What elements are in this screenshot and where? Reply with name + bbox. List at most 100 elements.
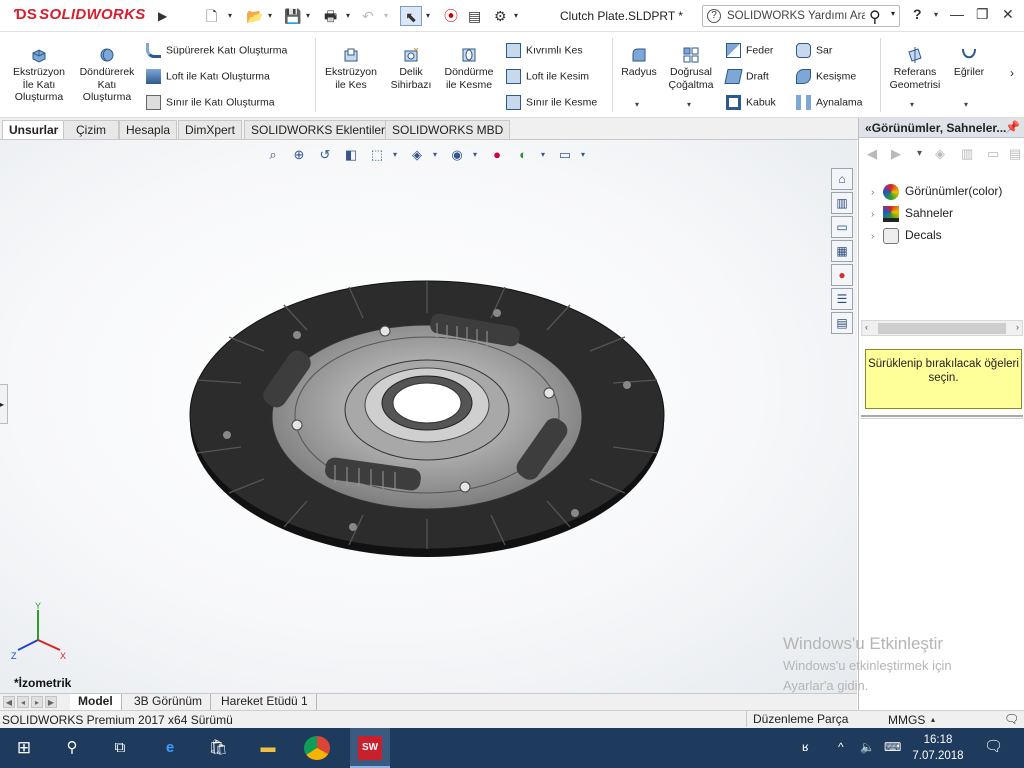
apply-scene-icon[interactable]: ◐ bbox=[514, 146, 532, 164]
hole-wizard-button[interactable]: Delik Sihirbazı bbox=[386, 46, 436, 91]
pane-splitter[interactable] bbox=[861, 415, 1023, 419]
custom-properties-tab-icon[interactable]: ☰ bbox=[831, 288, 853, 310]
print-icon[interactable]: 🖶 bbox=[324, 6, 337, 26]
design-library-tab-icon[interactable]: ▥ bbox=[831, 192, 853, 214]
store-icon[interactable]: 🛍 bbox=[206, 736, 230, 760]
tab-model[interactable]: Model bbox=[70, 694, 122, 710]
back-icon[interactable]: ◀ bbox=[867, 146, 877, 162]
graphics-area[interactable]: ⌕ ⊕ ↺ ◧ ⬚ ▾ ◈ ▾ ◉ ▾ ● ◐ ▾ ▭ ▾ ◧ ◨ ▁ ❐ ✕ bbox=[0, 140, 857, 693]
options-dropdown-icon[interactable]: ▾ bbox=[514, 6, 518, 26]
tree-item-appearances[interactable]: › Görünümler(color) bbox=[871, 184, 1002, 200]
draft-button[interactable]: Draft bbox=[724, 69, 769, 84]
options-gear-icon[interactable]: ⚙ bbox=[494, 6, 507, 26]
forward-icon[interactable]: ▶ bbox=[891, 146, 901, 162]
scroll-left-icon[interactable]: ‹ bbox=[865, 322, 868, 332]
view-orientation-dropdown-icon[interactable]: ▾ bbox=[386, 146, 404, 164]
tab-features[interactable]: Unsurlar bbox=[2, 120, 66, 139]
tab-sketch[interactable]: Çizim bbox=[63, 120, 119, 139]
view-settings-icon[interactable]: ▭ bbox=[556, 146, 574, 164]
search-dropdown-icon[interactable]: ▾ bbox=[891, 9, 895, 18]
tree-item-scenes[interactable]: › Sahneler bbox=[871, 206, 953, 222]
display-style-dropdown-icon[interactable]: ▾ bbox=[426, 146, 444, 164]
intersect-button[interactable]: Kesişme bbox=[796, 69, 856, 84]
zoom-to-area-icon[interactable]: ⊕ bbox=[290, 146, 308, 164]
search-icon[interactable]: ⚲ bbox=[60, 736, 84, 760]
file-explorer-icon[interactable]: ▬ bbox=[256, 736, 280, 760]
extruded-cut-button[interactable]: Ekstrüzyon ile Kes bbox=[320, 46, 382, 91]
chrome-icon[interactable] bbox=[304, 736, 330, 760]
help-button[interactable]: ? bbox=[913, 6, 922, 22]
folder-icon[interactable]: ▭ bbox=[987, 146, 999, 162]
tab-addins[interactable]: SOLIDWORKS Eklentileri bbox=[244, 120, 395, 139]
people-icon[interactable]: ʁ bbox=[802, 740, 809, 754]
save-dropdown-icon[interactable]: ▾ bbox=[306, 6, 310, 26]
help-dropdown-icon[interactable]: ▾ bbox=[934, 10, 938, 19]
help-search-input[interactable]: ? SOLIDWORKS Yardımı Ara ⚲ ▾ bbox=[702, 5, 900, 27]
solidworks-taskbar-button[interactable]: SW bbox=[350, 728, 390, 768]
task-pane-horizontal-scrollbar[interactable]: ‹ › bbox=[861, 320, 1023, 336]
linear-pattern-button[interactable]: Doğrusal Çoğaltma bbox=[663, 46, 719, 91]
scrollbar-thumb[interactable] bbox=[878, 323, 1006, 334]
swept-cut-button[interactable]: Kıvrımlı Kes bbox=[506, 43, 583, 58]
revolved-cut-button[interactable]: Döndürme ile Kesme bbox=[440, 46, 498, 91]
tab-mbd[interactable]: SOLIDWORKS MBD bbox=[385, 120, 511, 139]
pin-icon[interactable]: 📌 bbox=[1005, 120, 1020, 134]
new-dropdown-icon[interactable]: ▾ bbox=[228, 6, 232, 26]
swept-boss-button[interactable]: Süpürerek Katı Oluşturma bbox=[146, 43, 287, 58]
tab-motion-study[interactable]: Hareket Etüdü 1 bbox=[213, 694, 317, 710]
save-icon[interactable]: 💾 bbox=[284, 6, 301, 26]
undo-icon[interactable]: ↶ bbox=[362, 6, 374, 26]
pattern-dropdown-icon[interactable]: ▾ bbox=[687, 100, 691, 109]
lofted-cut-button[interactable]: Loft ile Kesim bbox=[506, 69, 589, 84]
volume-icon[interactable]: 🔈 bbox=[860, 740, 875, 754]
forum-tab-icon[interactable]: ▤ bbox=[831, 312, 853, 334]
rebuild-traffic-light-icon[interactable]: ⦿ bbox=[444, 6, 458, 26]
minimize-icon[interactable]: — bbox=[950, 6, 964, 22]
expand-arrow-icon[interactable]: › bbox=[871, 209, 883, 220]
status-tooltip-icon[interactable]: 🗨 bbox=[1004, 712, 1019, 726]
print-dropdown-icon[interactable]: ▾ bbox=[346, 6, 350, 26]
wrap-button[interactable]: Sar bbox=[796, 43, 832, 58]
mirror-button[interactable]: Aynalama bbox=[796, 95, 863, 110]
scroll-right-icon[interactable]: › bbox=[1016, 322, 1019, 332]
search-icon[interactable]: ⚲ bbox=[869, 7, 881, 27]
solidworks-resources-tab-icon[interactable]: ⌂ bbox=[831, 168, 853, 190]
apply-scene-dropdown-icon[interactable]: ▾ bbox=[534, 146, 552, 164]
reference-geometry-button[interactable]: Referans Geometrisi bbox=[886, 46, 944, 91]
curves-dropdown-icon[interactable]: ▾ bbox=[964, 100, 968, 109]
toolbar-more-icon[interactable]: ▤ bbox=[1009, 146, 1021, 162]
appearances-tab-icon[interactable]: ● bbox=[831, 264, 853, 286]
first-tab-icon[interactable]: ◀ bbox=[3, 696, 15, 708]
revolved-boss-button[interactable]: Döndürerek Katı Oluşturma bbox=[74, 46, 140, 104]
file-properties-icon[interactable]: ▤ bbox=[468, 6, 481, 26]
section-view-icon[interactable]: ◧ bbox=[342, 146, 360, 164]
view-settings-dropdown-icon[interactable]: ▾ bbox=[574, 146, 592, 164]
nav-dropdown-icon[interactable]: ▾ bbox=[917, 148, 922, 159]
fillet-dropdown-icon[interactable]: ▾ bbox=[635, 100, 639, 109]
undo-dropdown-icon[interactable]: ▾ bbox=[384, 6, 388, 26]
expand-arrow-icon[interactable]: › bbox=[871, 231, 883, 242]
boundary-boss-button[interactable]: Sınır ile Katı Oluşturma bbox=[146, 95, 275, 110]
add-to-library-icon[interactable]: ◈ bbox=[935, 146, 945, 162]
clutch-plate-model[interactable] bbox=[185, 265, 670, 565]
restore-icon[interactable]: ❐ bbox=[976, 6, 989, 23]
select-pointer-icon[interactable]: ⬉ bbox=[400, 6, 422, 26]
open-folder-icon[interactable]: 📂 bbox=[246, 6, 263, 26]
edge-browser-icon[interactable]: e bbox=[158, 736, 182, 760]
tab-dimxpert[interactable]: DimXpert bbox=[178, 120, 243, 139]
tab-3d-views[interactable]: 3B Görünüm bbox=[126, 694, 212, 710]
new-document-icon[interactable]: 🗋 bbox=[206, 6, 217, 26]
language-icon[interactable]: ⌨ bbox=[884, 740, 901, 754]
units-selector[interactable]: MMGS bbox=[888, 713, 925, 727]
open-dropdown-icon[interactable]: ▾ bbox=[268, 6, 272, 26]
task-view-icon[interactable]: ⧉ bbox=[108, 736, 132, 760]
menu-expand-icon[interactable]: ▶ bbox=[158, 6, 167, 26]
tree-item-decals[interactable]: › Decals bbox=[871, 228, 942, 244]
hide-show-dropdown-icon[interactable]: ▾ bbox=[466, 146, 484, 164]
windows-start-icon[interactable]: ⊞ bbox=[12, 736, 36, 760]
hide-show-items-icon[interactable]: ◉ bbox=[448, 146, 466, 164]
previous-view-icon[interactable]: ↺ bbox=[316, 146, 334, 164]
solidworks-logo[interactable]: ƊS SOLIDWORKS bbox=[14, 6, 146, 23]
prev-tab-icon[interactable]: ◂ bbox=[17, 696, 29, 708]
system-clock[interactable]: 16:18 7.07.2018 bbox=[906, 732, 970, 764]
